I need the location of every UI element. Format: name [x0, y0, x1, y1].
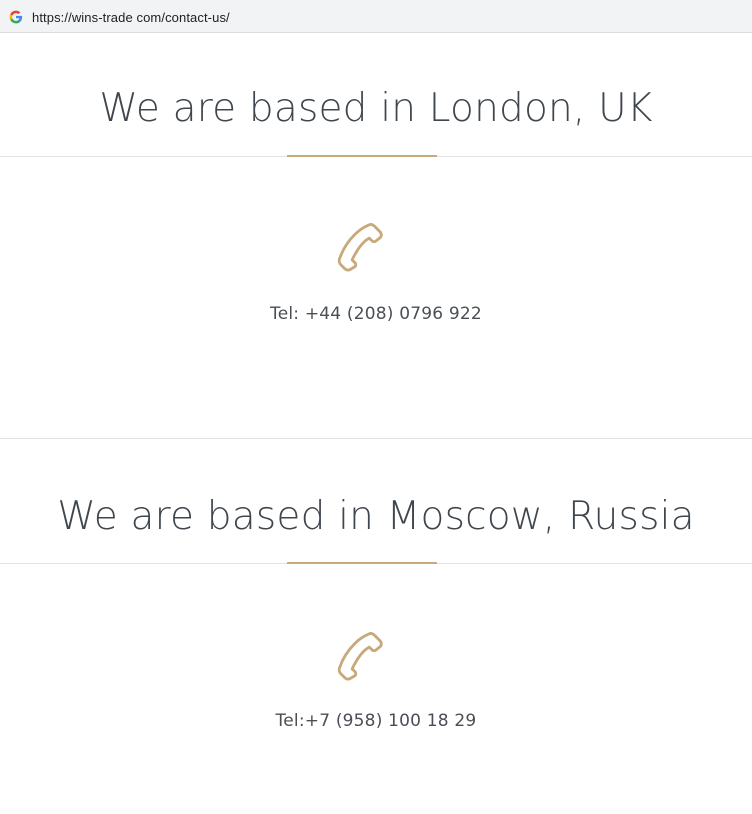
- section-heading-moscow: We are based in Moscow, Russia: [57, 494, 695, 539]
- section-heading-london: We are based in London, UK: [99, 86, 653, 131]
- section-divider: [0, 438, 752, 439]
- moscow-telephone[interactable]: Tel:+7 (958) 100 18 29: [0, 711, 752, 731]
- phone-icon: [336, 223, 388, 275]
- phone-icon: [336, 632, 388, 684]
- heading-underline: [287, 562, 437, 564]
- google-g-icon: [8, 9, 24, 25]
- london-telephone[interactable]: Tel: +44 (208) 0796 922: [0, 304, 752, 324]
- heading-underline: [287, 155, 437, 157]
- browser-address-bar[interactable]: https://wins-trade com/contact-us/: [0, 0, 752, 33]
- url-text[interactable]: https://wins-trade com/contact-us/: [32, 10, 230, 25]
